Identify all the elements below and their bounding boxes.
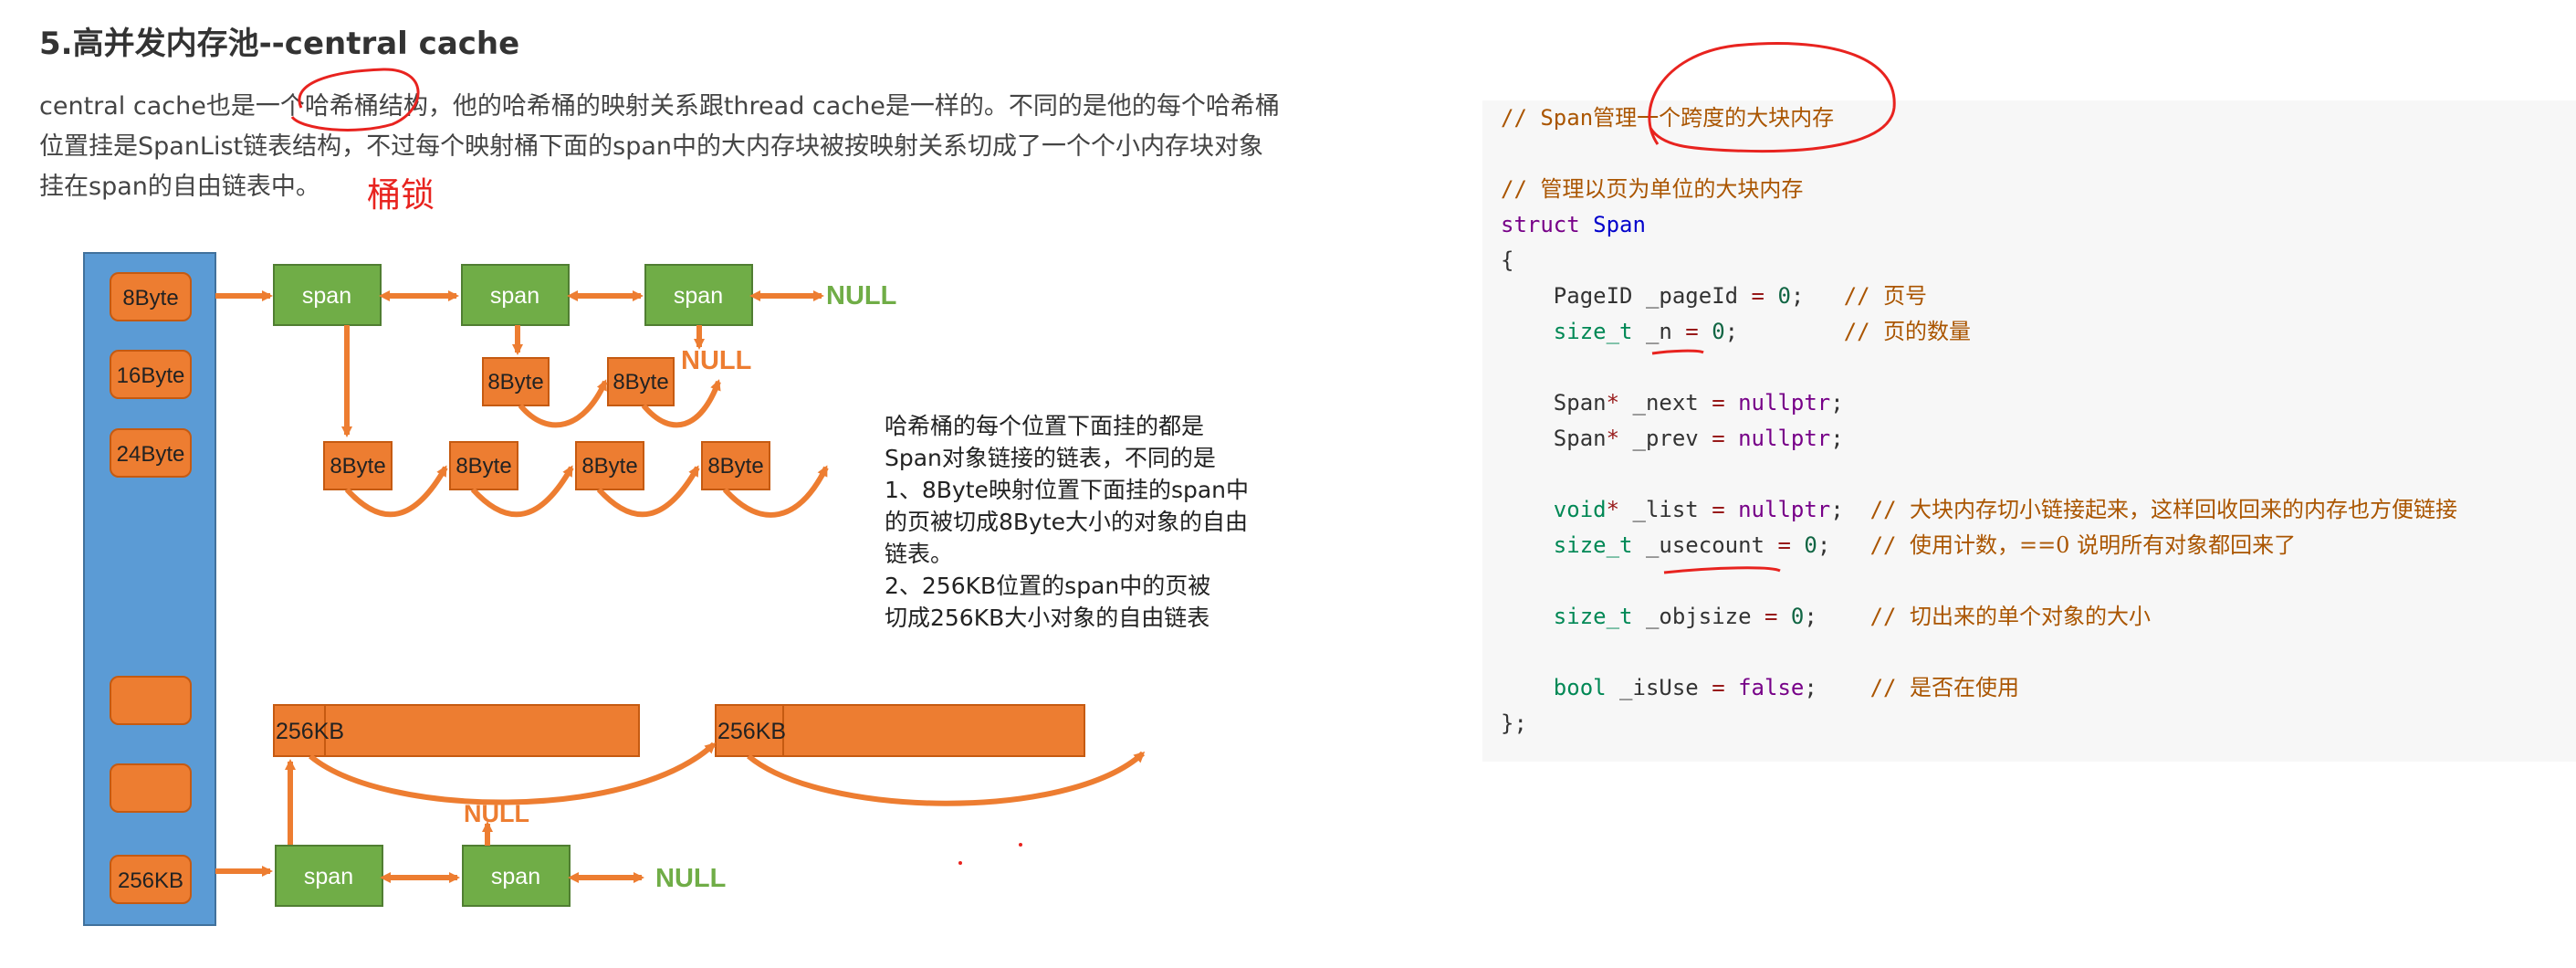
block-8byte: 8Byte <box>449 441 518 490</box>
span-node: span <box>273 264 382 326</box>
code-value: 0 <box>1790 604 1805 629</box>
bucket-slot <box>110 763 192 813</box>
code-field: _prev <box>1619 426 1712 451</box>
code-field: _usecount <box>1632 532 1778 558</box>
code-comment: 页的数量 <box>1883 319 1972 344</box>
code-field: _next <box>1619 390 1712 416</box>
span-label: span <box>302 283 351 309</box>
code-value: nullptr <box>1738 497 1831 522</box>
null-label: NULL <box>681 346 751 375</box>
code-comment: 管理一个跨度的大块内存 <box>1593 105 1835 131</box>
null-label: NULL <box>464 800 529 827</box>
span-node: span <box>462 845 571 907</box>
code-type: Span <box>1553 390 1607 416</box>
bucket-label: 16Byte <box>117 363 185 388</box>
block-label: 8Byte <box>613 370 668 395</box>
block-256kb: 256KB <box>715 704 1085 757</box>
note-line: 1、8Byte映射位置下面挂的span中 <box>885 477 1249 503</box>
code-brace: }; <box>1501 710 1527 736</box>
code-comment: // <box>1869 675 1910 700</box>
block-8byte: 8Byte <box>607 357 675 406</box>
block-label: 8Byte <box>707 454 763 479</box>
bucket-slot: 256KB <box>110 855 192 904</box>
diagram-note: 哈希桶的每个位置下面挂的都是 Span对象链接的链表，不同的是 1、8Byte映… <box>885 413 1256 631</box>
span-node: span <box>461 264 570 326</box>
code-value: false <box>1738 675 1805 700</box>
bucket-slot: 16Byte <box>110 350 192 399</box>
note-line: 哈希桶的每个位置下面挂的都是 <box>885 413 1204 439</box>
code-brace: { <box>1501 247 1514 273</box>
block-256kb: 256KB <box>273 704 640 757</box>
code-type: size_t <box>1553 532 1633 558</box>
free-list-arrow <box>747 751 1146 806</box>
code-comment: // <box>1869 497 1910 522</box>
code-type: Span <box>1553 426 1607 451</box>
block-label: 8Byte <box>330 454 385 479</box>
bucket-label: 256KB <box>118 868 183 893</box>
span-node: span <box>275 845 383 907</box>
code-type: bool <box>1553 675 1607 700</box>
code-keyword: struct <box>1501 212 1580 237</box>
null-label: NULL <box>655 864 726 893</box>
code-value: 0 <box>1804 532 1817 558</box>
code-value: 0 <box>1712 319 1725 344</box>
central-cache-diagram: 8Byte 16Byte 24Byte 256KB span span span… <box>83 252 1256 926</box>
span-node: span <box>644 264 753 326</box>
span-struct-code: // Span管理一个跨度的大块内存 // 管理以页为单位的大块内存 struc… <box>1501 105 2457 736</box>
span-label: span <box>304 864 353 889</box>
code-comment: 切出来的单个对象的大小 <box>1909 604 2151 629</box>
block-label: 8Byte <box>581 454 637 479</box>
stray-mark <box>1019 843 1022 847</box>
block-8byte: 8Byte <box>701 441 770 490</box>
bucket-slot: 24Byte <box>110 428 192 478</box>
code-comment: 是否在使用 <box>1909 675 2019 700</box>
block-label: 8Byte <box>456 454 511 479</box>
block-label: 256KB <box>276 719 344 744</box>
code-comment: 页号 <box>1883 283 1928 309</box>
bucket-slot <box>110 676 192 725</box>
code-type: size_t <box>1553 319 1633 344</box>
block-label: 8Byte <box>487 370 543 395</box>
code-comment: // <box>1501 176 1541 202</box>
code-field: _list <box>1619 497 1712 522</box>
code-comment: 大块内存切小链接起来，这样回收回来的内存也方便链接 <box>1909 497 2457 522</box>
code-struct-name: Span <box>1593 212 1646 237</box>
code-comment: // <box>1843 283 1884 309</box>
code-value: 0 <box>1777 283 1791 309</box>
code-field: _objsize <box>1632 604 1764 629</box>
span-label: span <box>490 283 539 309</box>
code-comment: // <box>1869 532 1910 558</box>
stray-mark <box>958 861 962 865</box>
code-comment: 管理以页为单位的大块内存 <box>1540 176 1804 202</box>
span-label: span <box>491 864 540 889</box>
code-field: _isUse <box>1606 675 1712 700</box>
note-line: 2、256KB位置的span中的页被 <box>885 573 1210 599</box>
code-field: _pageId <box>1632 283 1752 309</box>
bucket-label: 24Byte <box>117 442 185 467</box>
code-comment: // <box>1843 319 1884 344</box>
code-comment: // <box>1869 604 1910 629</box>
bucket-slot: 8Byte <box>110 272 192 321</box>
bucket-label: 8Byte <box>122 286 178 310</box>
block-8byte: 8Byte <box>323 441 393 490</box>
note-line: 的页被切成8Byte大小的对象的自由 <box>885 509 1248 535</box>
code-type: void <box>1553 497 1607 522</box>
code-comment: // Span <box>1501 105 1594 131</box>
code-comment: 使用计数，==0 说明所有对象都回来了 <box>1909 532 2297 558</box>
note-line: 切成256KB大小对象的自由链表 <box>885 605 1209 631</box>
block-8byte: 8Byte <box>482 357 550 406</box>
code-field: _n <box>1632 319 1686 344</box>
null-label: NULL <box>826 281 896 310</box>
block-label: 256KB <box>717 719 786 744</box>
code-type: size_t <box>1553 604 1633 629</box>
span-label: span <box>674 283 723 309</box>
note-line: Span对象链接的链表，不同的是 <box>885 445 1216 471</box>
note-line: 链表。 <box>885 541 953 567</box>
code-block: // Span管理一个跨度的大块内存 // 管理以页为单位的大块内存 struc… <box>1482 100 2576 762</box>
code-value: nullptr <box>1738 426 1831 451</box>
code-value: nullptr <box>1738 390 1831 416</box>
code-type: PageID <box>1553 283 1633 309</box>
block-8byte: 8Byte <box>575 441 644 490</box>
